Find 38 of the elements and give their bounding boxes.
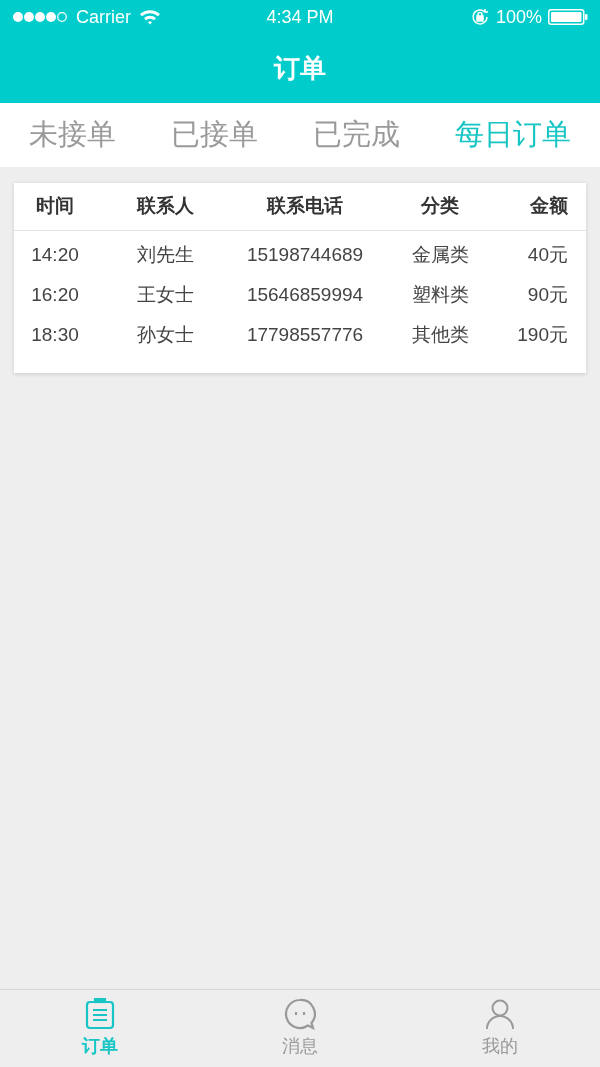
filter-tab[interactable]: 每日订单 [446, 113, 579, 157]
table-cell: 15198744689 [246, 243, 364, 265]
table-cell: 190元 [517, 323, 568, 345]
table-cell: 17798557776 [246, 323, 364, 345]
page-title: 订单 [274, 52, 326, 85]
column-header: 分类 [421, 195, 459, 217]
table-cell: 孙女士 [136, 323, 194, 345]
table-cell: 90元 [527, 283, 568, 305]
column-header: 联系人 [136, 195, 194, 217]
column-header: 时间 [36, 195, 74, 217]
table-cell: 金属类 [411, 243, 469, 265]
table-cell: 18:30 [31, 323, 79, 345]
battery-percent: 100% [495, 5, 542, 29]
wifi-icon [139, 9, 161, 25]
table-cell: 14:20 [31, 243, 79, 265]
filter-tab[interactable]: 已接单 [163, 113, 267, 157]
table-cell: 其他类 [411, 323, 469, 345]
clipboard-icon [85, 997, 115, 1030]
table-cell: 刘先生 [136, 243, 194, 265]
chat-bubble-icon [284, 997, 316, 1030]
filter-tab[interactable]: 未接单 [21, 113, 125, 157]
carrier-name: Carrier [76, 5, 131, 29]
tab-bar-item[interactable]: 订单 [0, 990, 200, 1067]
table-cell: 40元 [527, 243, 568, 265]
column-header: 金额 [530, 195, 568, 217]
table-cell: 王女士 [136, 283, 194, 305]
table-cell: 15646859994 [246, 283, 364, 305]
filter-tab[interactable]: 已完成 [304, 113, 408, 157]
table-cell: 16:20 [31, 283, 79, 305]
battery-icon [548, 9, 588, 25]
rotation-lock-icon [469, 7, 490, 27]
signal-icon [12, 11, 68, 23]
column-header: 联系电话 [267, 195, 343, 217]
tab-bar-item[interactable]: 消息 [200, 990, 400, 1067]
tab-bar-item[interactable]: 我的 [400, 990, 600, 1067]
person-icon [484, 997, 516, 1030]
status-time: 4:34 PM [266, 5, 334, 29]
table-cell: 塑料类 [411, 283, 469, 305]
